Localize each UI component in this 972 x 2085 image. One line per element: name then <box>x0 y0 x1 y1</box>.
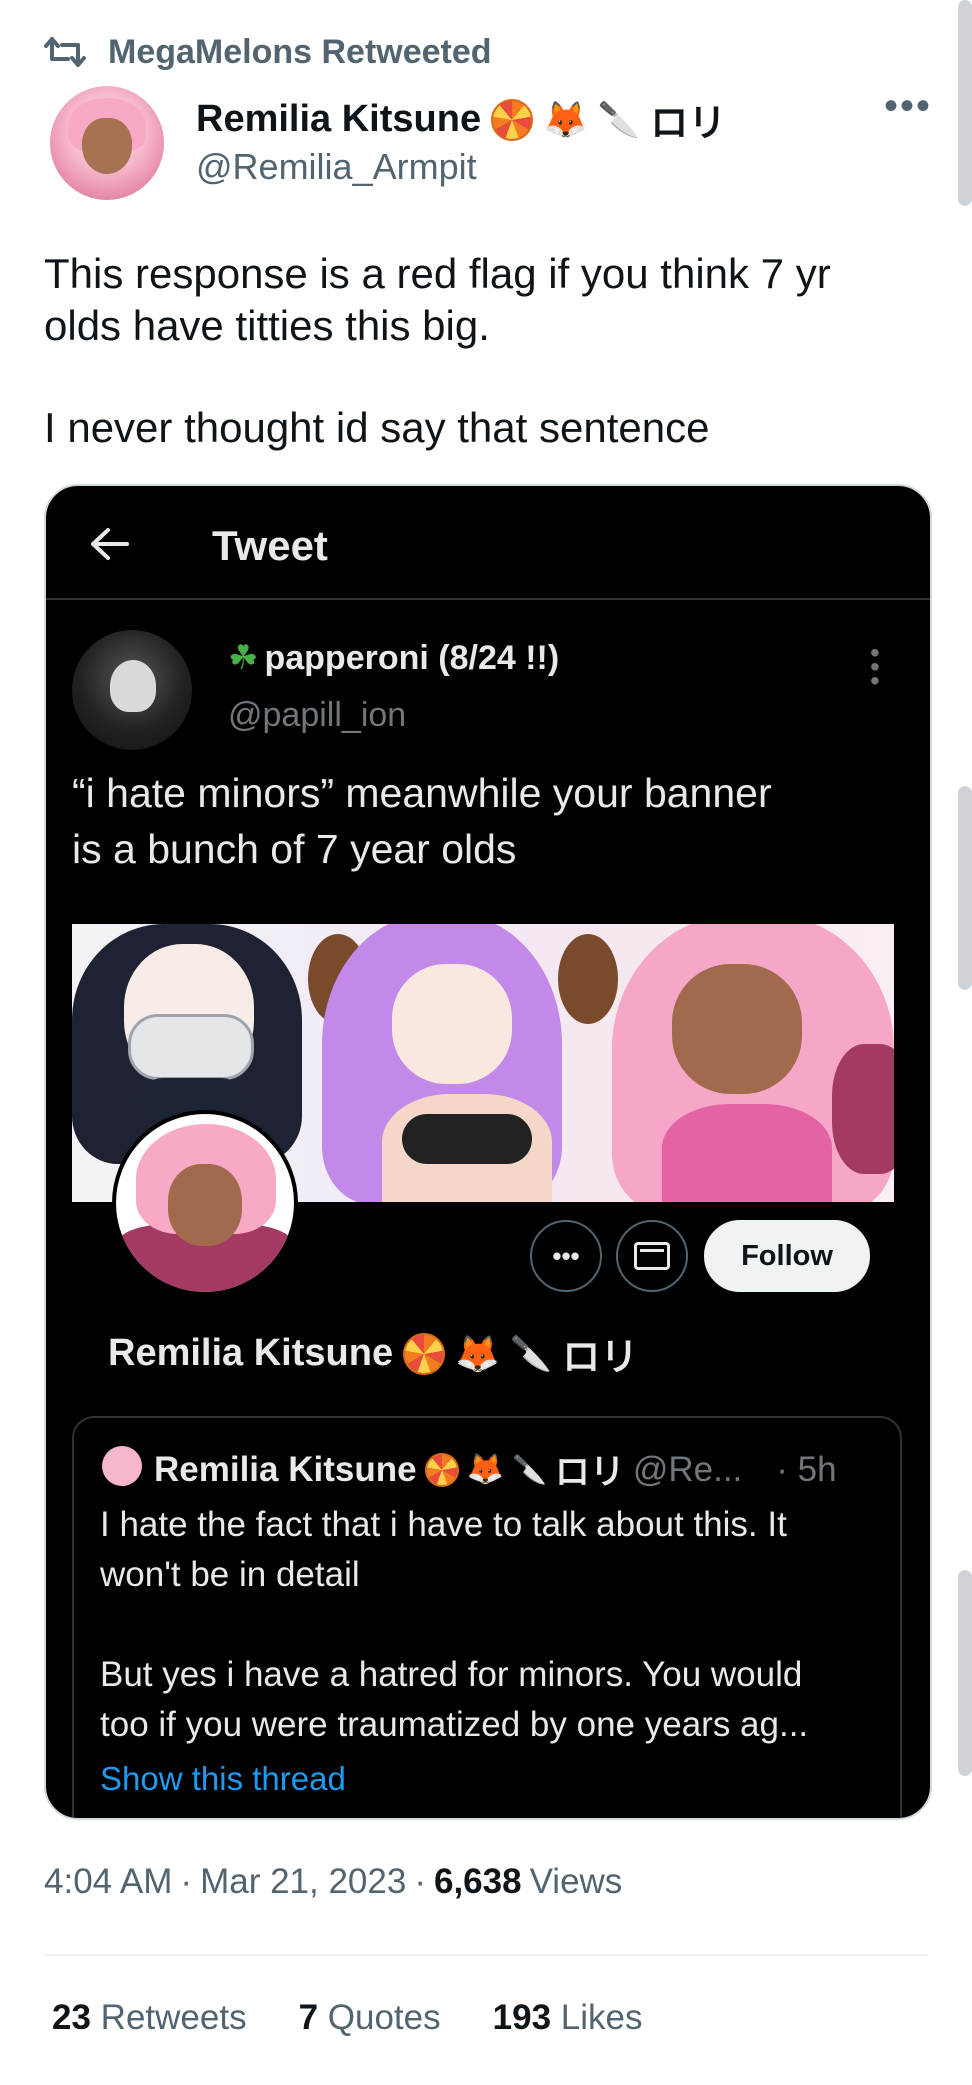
knife-icon: 🔪 <box>511 1453 547 1485</box>
retweet-icon <box>44 37 86 67</box>
tweet-time[interactable]: 4:04 AM <box>44 1862 172 1902</box>
quoted-header: Remilia Kitsune 🦊 🔪 ロリ @Re... · 5h <box>154 1444 837 1495</box>
profile-name-text: Remilia Kitsune <box>108 1332 394 1374</box>
profile-avatar <box>112 1110 298 1296</box>
vertical-more-icon: • • • <box>870 637 880 696</box>
show-thread-link: Show this thread <box>100 1760 346 1797</box>
reply-author-name: ☘ papperoni (8/24 !!) <box>228 638 559 678</box>
fox-icon: 🦊 <box>543 98 588 140</box>
scrollbar-bottom[interactable] <box>958 1570 972 1776</box>
reply-text-line: “i hate minors” meanwhile your banner <box>72 770 772 816</box>
scrollbar-top[interactable] <box>958 0 972 206</box>
author-avatar[interactable] <box>50 86 164 200</box>
profile-name: Remilia Kitsune 🦊 🔪 ロリ <box>108 1326 638 1381</box>
back-arrow-icon <box>90 518 130 572</box>
tweet-text-line: This response is a red flag if you think… <box>44 250 831 297</box>
quoted-tweet: Remilia Kitsune 🦊 🔪 ロリ @Re... · 5h I hat… <box>72 1416 902 1818</box>
quotes-label: Quotes <box>327 1998 441 2037</box>
quoted-text-line: I hate the fact that i have to talk abou… <box>100 1505 787 1544</box>
tweet-meta: 4:04 AM · Mar 21, 2023 · 6,638 Views <box>44 1862 622 1902</box>
retweet-header: MegaMelons Retweeted <box>44 30 492 74</box>
quoted-author-avatar <box>102 1446 142 1486</box>
quoted-text-line: won't be in detail <box>100 1555 360 1594</box>
profile-name-suffix: ロリ <box>562 1337 639 1379</box>
retweet-label[interactable]: MegaMelons Retweeted <box>108 33 492 72</box>
quoted-text-line: But yes i have a hatred for minors. You … <box>100 1655 803 1694</box>
quoted-author-suffix: ロリ <box>554 1453 625 1492</box>
quoted-text-line: too if you were traumatized by one years… <box>100 1705 809 1744</box>
fox-icon: 🦊 <box>455 1332 500 1374</box>
clover-icon: ☘ <box>228 639 259 677</box>
embedded-screenshot[interactable]: Tweet ☘ papperoni (8/24 !!) @papill_ion … <box>44 484 932 1820</box>
reply-text-line: is a bunch of 7 year olds <box>72 826 517 872</box>
author-name[interactable]: Remilia Kitsune 🦊 🔪 ロリ <box>196 92 726 147</box>
quotes-stat[interactable]: 7 Quotes <box>299 1998 441 2038</box>
quoted-author-name: Remilia Kitsune <box>154 1449 417 1489</box>
retweets-stat[interactable]: 23 Retweets <box>52 1998 247 2038</box>
separator-dot: · <box>414 1862 426 1901</box>
author-name-suffix: ロリ <box>650 103 727 145</box>
reply-author-handle: @papill_ion <box>228 696 407 734</box>
embed-header-title: Tweet <box>212 522 328 569</box>
separator-dot: · <box>180 1862 193 1901</box>
quotes-count: 7 <box>298 1998 319 2037</box>
envelope-icon <box>634 1242 670 1270</box>
likes-stat[interactable]: 193 Likes <box>493 1998 643 2038</box>
retweets-label: Retweets <box>100 1998 247 2037</box>
views-count: 6,638 <box>433 1862 522 1901</box>
divider <box>44 1954 928 1956</box>
reply-author-name-text: papperoni (8/24 !!) <box>264 638 560 677</box>
author-handle[interactable]: @Remilia_Armpit <box>196 146 477 188</box>
tweet-date[interactable]: Mar 21, 2023 <box>200 1862 406 1902</box>
engagement-stats: 23 Retweets 7 Quotes 193 Likes <box>52 1998 643 2038</box>
fox-icon: 🦊 <box>466 1452 504 1486</box>
reply-author-avatar <box>72 630 192 750</box>
tweet-text-line: I never thought id say that sentence <box>44 404 710 451</box>
quoted-author-handle: @Re... <box>632 1449 743 1489</box>
profile-more-button: ••• <box>530 1220 602 1292</box>
message-button <box>616 1220 688 1292</box>
lollipop-icon <box>403 1332 446 1375</box>
author-name-text: Remilia Kitsune <box>196 98 482 140</box>
views-label: Views <box>529 1862 623 1901</box>
scrollbar-middle[interactable] <box>958 786 972 990</box>
quoted-time: · 5h <box>776 1449 837 1489</box>
likes-count: 193 <box>492 1998 552 2037</box>
likes-label: Likes <box>560 1998 643 2037</box>
more-options-icon[interactable]: ••• <box>884 86 932 126</box>
divider <box>46 598 930 600</box>
lollipop-icon <box>424 1452 459 1487</box>
follow-button: Follow <box>704 1220 870 1292</box>
tweet-text-line: olds have titties this big. <box>44 302 490 349</box>
knife-icon: 🔪 <box>509 1334 553 1373</box>
lollipop-icon <box>491 98 534 141</box>
retweets-count: 23 <box>52 1998 91 2037</box>
knife-icon: 🔪 <box>597 100 641 139</box>
